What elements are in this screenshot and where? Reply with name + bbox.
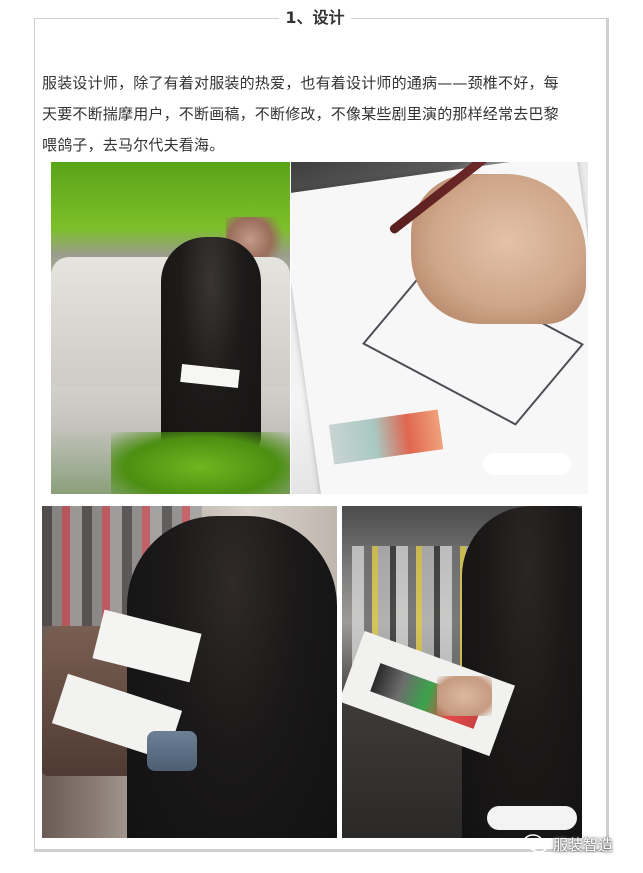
watermark: 服装智造 <box>523 830 633 858</box>
watermark-text: 服装智造 <box>553 835 614 854</box>
hand-sketching-photo <box>291 162 588 494</box>
paragraph-line: 喂鸽子，去马尔代夫看海。 <box>42 136 225 154</box>
section-title: 1、设计 <box>279 8 351 28</box>
paragraph-line: 服装设计师，除了有着对服装的热爱，也有着设计师的通病——颈椎不好，每 <box>42 74 559 92</box>
article-paragraph: 服装设计师，除了有着对服装的热爱，也有着设计师的通病——颈椎不好，每 天要不断揣… <box>42 68 598 161</box>
header-divider-right <box>360 18 609 19</box>
wechat-logo-icon <box>523 833 549 855</box>
designer-reading-photo <box>42 506 337 838</box>
paragraph-line: 天要不断揣摩用户，不断画稿，不断修改，不像某些剧里演的那样经常去巴黎 <box>42 105 559 123</box>
section-header: 1、设计 <box>0 0 643 36</box>
designer-swatch-photo <box>342 506 582 838</box>
designer-on-sofa-photo <box>51 162 290 494</box>
header-divider-left <box>34 18 269 19</box>
